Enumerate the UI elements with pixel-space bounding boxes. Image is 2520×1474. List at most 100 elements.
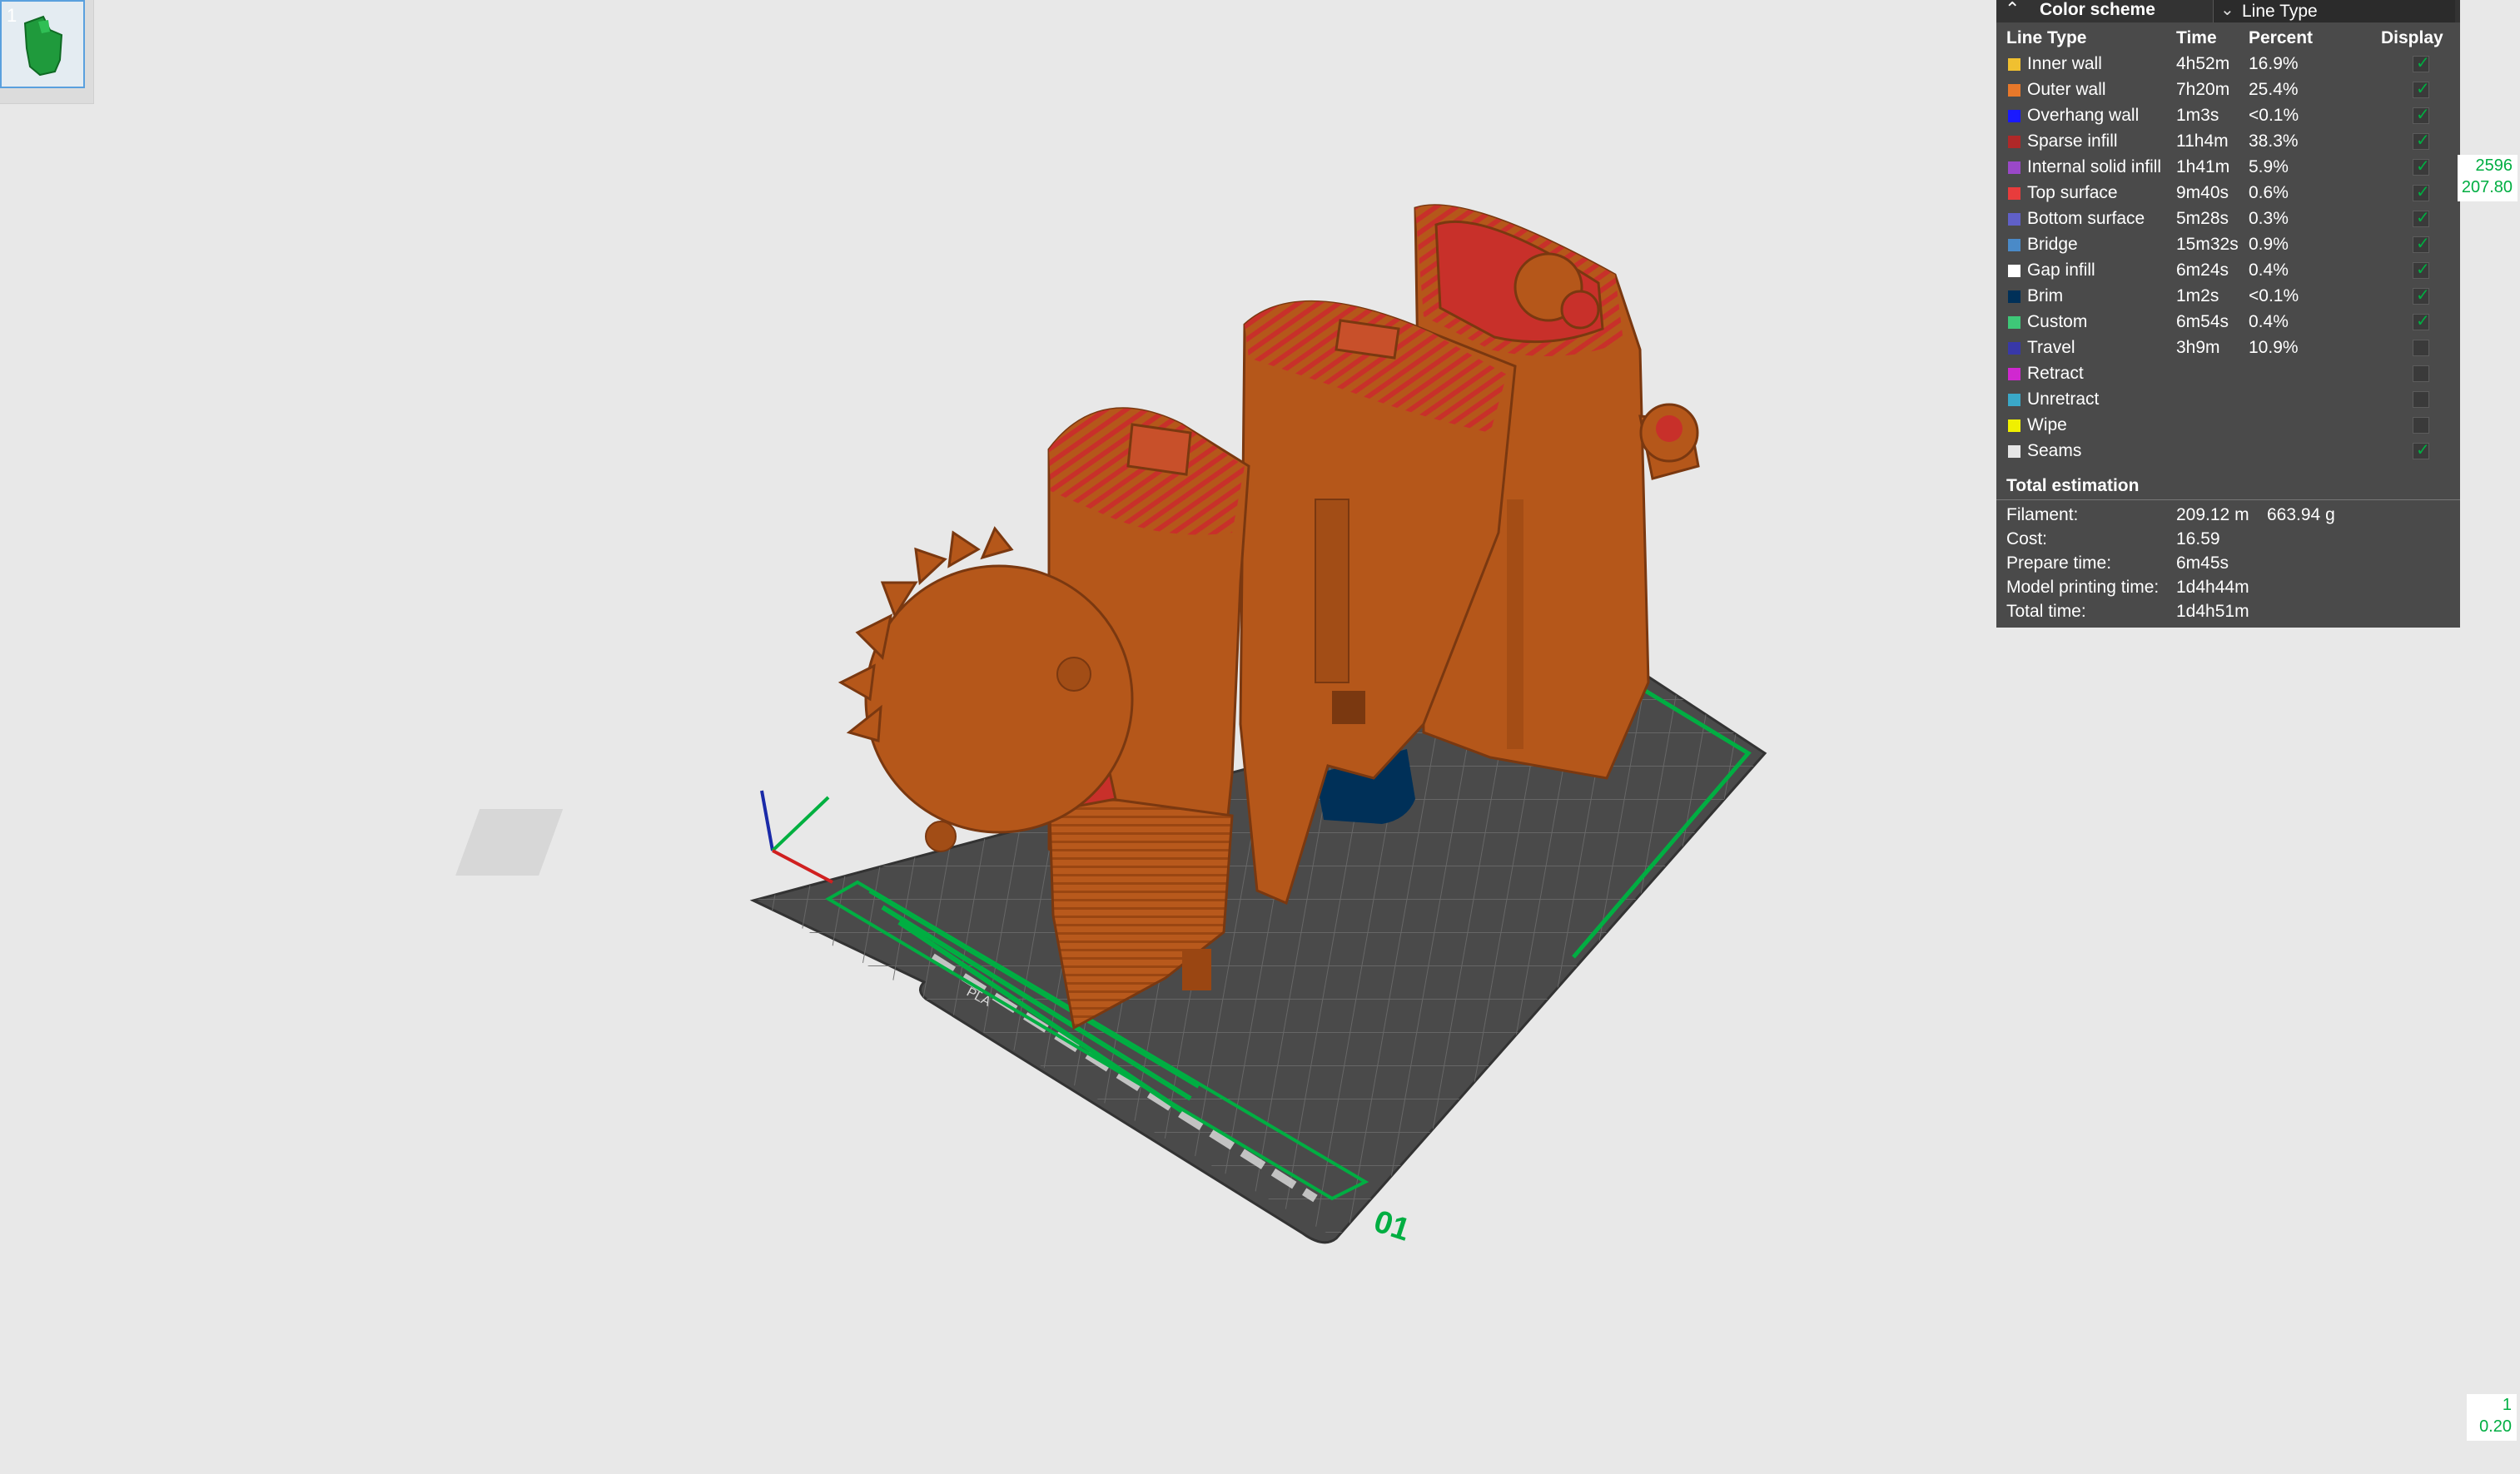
checkmark-icon: ✓ <box>2416 261 2430 279</box>
display-checkbox[interactable]: ✓ <box>2413 235 2430 253</box>
legend-row: Gap infill 6m24s 0.4% ✓ <box>1996 258 2460 284</box>
checkmark-icon: ✓ <box>2416 132 2430 150</box>
line-type-name: Top surface <box>2027 183 2118 202</box>
display-checkbox[interactable] <box>2413 365 2429 382</box>
estimate-total-time: Total time: 1d4h51m <box>1996 599 2460 623</box>
column-percent: Percent <box>2249 28 2314 47</box>
filament-length: 209.12 m <box>2176 505 2249 524</box>
legend-row: Brim 1m2s <0.1% ✓ <box>1996 284 2460 310</box>
line-type-time: 11h4m <box>2176 132 2229 151</box>
line-type-name: Wipe <box>2027 415 2067 434</box>
plate-thumbnail[interactable]: 1 <box>0 0 94 104</box>
color-swatch <box>2008 239 2020 251</box>
total-time-label: Total time: <box>2006 602 2086 621</box>
line-type-percent: 10.9% <box>2249 338 2299 357</box>
color-swatch <box>2008 316 2020 329</box>
line-type-name: Travel <box>2027 338 2075 357</box>
line-type-percent: 38.3% <box>2249 132 2299 151</box>
color-scheme-dropdown[interactable]: ⌄ Line Type <box>2213 0 2455 22</box>
line-type-percent: 0.4% <box>2249 312 2289 331</box>
color-scheme-panel: ⌃ Color scheme ⌄ Line Type Line Type Tim… <box>1996 0 2460 628</box>
legend-row: Retract <box>1996 361 2460 387</box>
legend-row: Sparse infill 11h4m 38.3% ✓ <box>1996 129 2460 155</box>
checkmark-icon: ✓ <box>2416 235 2430 253</box>
collapse-icon[interactable]: ⌃ <box>2005 0 2020 20</box>
top-layer-number: 2596 <box>2475 156 2513 175</box>
line-type-time: 9m40s <box>2176 183 2229 202</box>
color-swatch <box>2008 110 2020 122</box>
chevron-down-icon: ⌄ <box>2220 1 2234 19</box>
legend-row: Top surface 9m40s 0.6% ✓ <box>1996 181 2460 206</box>
display-checkbox[interactable]: ✓ <box>2413 183 2430 201</box>
legend-row: Wipe <box>1996 413 2460 439</box>
line-type-name: Bottom surface <box>2027 209 2145 228</box>
line-type-name: Brim <box>2027 286 2064 305</box>
estimate-filament: Filament: 209.12 m 663.94 g <box>1996 503 2460 527</box>
line-type-name: Outer wall <box>2027 80 2106 99</box>
line-type-name: Internal solid infill <box>2027 157 2162 176</box>
checkmark-icon: ✓ <box>2416 209 2430 227</box>
prepare-time-value: 6m45s <box>2176 553 2229 573</box>
color-swatch <box>2008 290 2020 303</box>
color-swatch <box>2008 419 2020 432</box>
line-type-percent: 0.4% <box>2249 261 2289 280</box>
line-type-time: 1m2s <box>2176 286 2219 305</box>
display-checkbox[interactable]: ✓ <box>2413 157 2430 176</box>
model-time-label: Model printing time: <box>2006 578 2160 597</box>
line-type-percent: 25.4% <box>2249 80 2299 99</box>
line-type-name: Inner wall <box>2027 54 2102 73</box>
color-swatch <box>2008 187 2020 200</box>
cost-label: Cost: <box>2006 529 2048 548</box>
column-line-type: Line Type <box>2006 28 2087 47</box>
checkmark-icon: ✓ <box>2416 157 2430 176</box>
legend-row: Outer wall 7h20m 25.4% ✓ <box>1996 77 2460 103</box>
model-time-value: 1d4h44m <box>2176 578 2249 597</box>
display-checkbox[interactable] <box>2413 417 2429 434</box>
checkmark-icon: ✓ <box>2416 441 2430 459</box>
column-display: Display <box>2381 28 2443 47</box>
display-checkbox[interactable]: ✓ <box>2413 132 2430 150</box>
legend-header: ⌃ Color scheme ⌄ Line Type <box>1996 0 2460 22</box>
layer-slider-bottom-readout[interactable]: 1 0.20 <box>2467 1394 2517 1441</box>
display-checkbox[interactable]: ✓ <box>2413 209 2430 227</box>
line-type-percent: 16.9% <box>2249 54 2299 73</box>
display-checkbox[interactable]: ✓ <box>2413 106 2430 124</box>
line-type-name: Custom <box>2027 312 2088 331</box>
display-checkbox[interactable]: ✓ <box>2413 441 2430 459</box>
total-estimation-title: Total estimation <box>2006 476 2140 495</box>
layer-slider-top-readout[interactable]: 2596 207.80 <box>2458 155 2518 201</box>
display-checkbox[interactable]: ✓ <box>2413 80 2430 98</box>
checkmark-icon: ✓ <box>2416 80 2430 98</box>
display-checkbox[interactable] <box>2413 340 2429 356</box>
plate-index: 1 <box>7 5 17 26</box>
color-swatch <box>2008 161 2020 174</box>
line-type-time: 5m28s <box>2176 209 2229 228</box>
line-type-percent: 0.6% <box>2249 183 2289 202</box>
checkmark-icon: ✓ <box>2416 286 2430 305</box>
line-type-time: 1m3s <box>2176 106 2219 125</box>
plate-label: 01 <box>1369 1204 1414 1248</box>
cost-value: 16.59 <box>2176 529 2220 548</box>
line-type-time: 7h20m <box>2176 80 2230 99</box>
filament-weight: 663.94 g <box>2267 505 2335 524</box>
estimate-model-time: Model printing time: 1d4h44m <box>1996 575 2460 599</box>
display-checkbox[interactable] <box>2413 391 2429 408</box>
color-swatch <box>2008 136 2020 148</box>
display-checkbox[interactable]: ✓ <box>2413 286 2430 305</box>
line-type-name: Gap infill <box>2027 261 2095 280</box>
line-type-name: Overhang wall <box>2027 106 2140 125</box>
legend-row: Inner wall 4h52m 16.9% ✓ <box>1996 52 2460 77</box>
color-swatch <box>2008 84 2020 97</box>
line-type-name: Sparse infill <box>2027 132 2118 151</box>
line-type-time: 4h52m <box>2176 54 2230 73</box>
checkmark-icon: ✓ <box>2416 54 2430 72</box>
display-checkbox[interactable]: ✓ <box>2413 54 2430 72</box>
color-scheme-value: Line Type <box>2242 2 2318 21</box>
display-checkbox[interactable]: ✓ <box>2413 312 2430 330</box>
bottom-layer-number: 1 <box>2502 1396 2512 1414</box>
display-checkbox[interactable]: ✓ <box>2413 261 2430 279</box>
line-type-percent: <0.1% <box>2249 286 2299 305</box>
line-type-name: Retract <box>2027 364 2084 383</box>
axes-gizmo <box>760 790 833 884</box>
line-type-percent: 0.3% <box>2249 209 2289 228</box>
